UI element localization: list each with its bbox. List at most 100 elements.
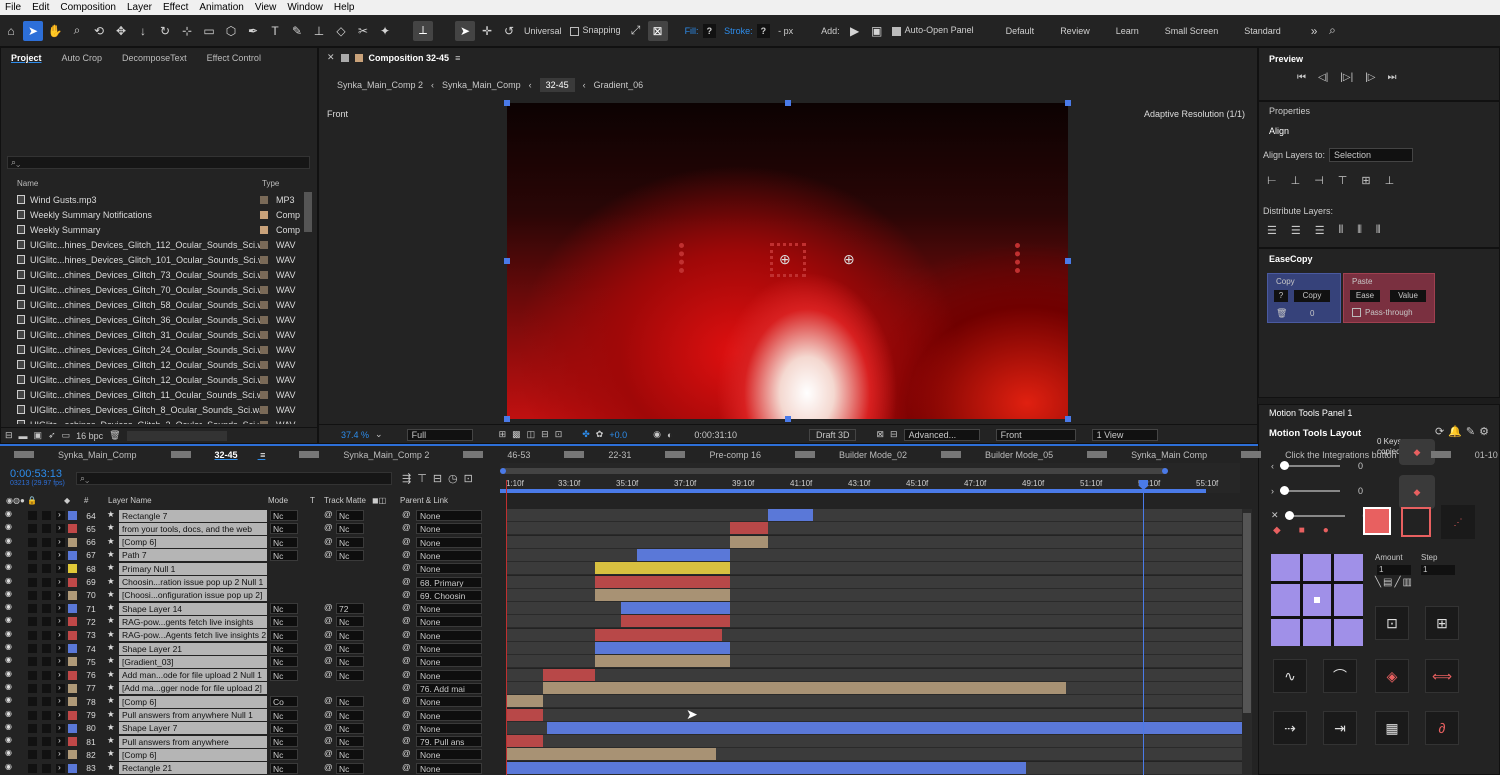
align-left-icon[interactable]: ⊢: [1267, 174, 1277, 187]
layer-name[interactable]: Shape Layer 14: [119, 602, 267, 615]
parent-pickwhip-icon[interactable]: @: [402, 615, 411, 625]
comp-title[interactable]: Composition 32-45: [369, 53, 450, 63]
parent-pickwhip-icon[interactable]: @: [402, 536, 411, 546]
folder-icon[interactable]: ▬: [19, 431, 28, 441]
dist-top-icon[interactable]: ☰: [1267, 224, 1277, 237]
table-row[interactable]: ◉ › 74 ★ Shape Layer 21 Nc Nc @ @ None: [0, 642, 500, 655]
grid-layout-icon[interactable]: ⊞: [1425, 606, 1459, 640]
label-color[interactable]: [68, 737, 77, 747]
expand-icon[interactable]: ›: [58, 695, 61, 705]
table-row[interactable]: ◉ › 76 ★ Add man...ode for file upload 2 Nul…: [0, 669, 500, 682]
matte-pickwhip-icon[interactable]: @: [324, 709, 333, 719]
last-frame-icon[interactable]: ⏭: [1387, 72, 1396, 83]
mode-dropdown[interactable]: Nc: [270, 736, 298, 748]
layer-bar[interactable]: [595, 628, 722, 641]
label-color[interactable]: [68, 511, 77, 520]
stroke-shape-icon[interactable]: [1401, 507, 1431, 537]
label-color[interactable]: [68, 604, 77, 614]
switch-box[interactable]: [28, 737, 37, 747]
eye-icon[interactable]: ◉: [5, 629, 12, 638]
list-item[interactable]: UIGlitc...chines_Devices_Glitch_8_Ocular…: [1, 402, 311, 417]
bell-icon[interactable]: 🔔: [1448, 425, 1462, 438]
snapping-toggle[interactable]: Snapping: [569, 25, 621, 36]
breadcrumb-item[interactable]: 32-45: [539, 78, 575, 92]
switch-box[interactable]: [42, 550, 51, 560]
expand-icon[interactable]: ›: [58, 522, 61, 532]
label-color[interactable]: [260, 375, 268, 384]
eraser-tool-icon[interactable]: ◇: [331, 21, 351, 41]
expand-icon[interactable]: ›: [58, 615, 61, 625]
3d-ground-icon[interactable]: ⊠: [876, 429, 884, 440]
eye-icon[interactable]: ◉: [5, 762, 12, 771]
matte-pickwhip-icon[interactable]: @: [324, 615, 333, 625]
list-item[interactable]: UIGlitc...chines_Devices_Glitch_70_Ocula…: [1, 282, 311, 297]
expand-icon[interactable]: ›: [58, 629, 61, 639]
color-picker-icon[interactable]: ✤: [582, 429, 590, 440]
col-parent[interactable]: Parent & Link: [400, 496, 448, 505]
track-matte-dropdown[interactable]: Nc: [336, 762, 364, 774]
square-icon[interactable]: ■: [1299, 525, 1305, 536]
switch-box[interactable]: [28, 670, 37, 680]
bbox-handle-icon[interactable]: [785, 100, 791, 106]
current-time[interactable]: 0:00:31:10: [694, 430, 737, 440]
chevron-left-icon[interactable]: ‹: [1271, 461, 1274, 471]
mode-dropdown[interactable]: Nc: [270, 709, 298, 721]
table-row[interactable]: ◉ › 75 ★ [Gradient_03] Nc Nc @ @ None: [0, 655, 500, 668]
matte-pickwhip-icon[interactable]: @: [324, 549, 333, 559]
sequence-icon[interactable]: ⇢: [1273, 711, 1307, 745]
add-play-icon[interactable]: ▶: [845, 21, 865, 41]
pass-through-toggle[interactable]: Pass-through: [1352, 308, 1413, 317]
parent-dropdown[interactable]: None: [416, 762, 482, 774]
col-mode[interactable]: Mode: [268, 496, 288, 505]
table-row[interactable]: ◉ › 73 ★ RAG-pow...Agents fetch live insight…: [0, 629, 500, 642]
menu-item[interactable]: Composition: [55, 2, 122, 13]
dolly-camera-icon[interactable]: ↓: [133, 21, 153, 41]
timeline-scrollbar[interactable]: [1242, 509, 1252, 775]
list-item[interactable]: Weekly Summary Comp: [1, 222, 311, 237]
list-item[interactable]: UIGlitc...chines_Devices_Glitch_11_Ocula…: [1, 387, 311, 402]
label-color[interactable]: [260, 255, 268, 264]
layer-bar[interactable]: [543, 668, 595, 681]
menu-item[interactable]: Edit: [27, 2, 55, 13]
layer-name[interactable]: [Gradient_03]: [119, 655, 267, 668]
layer-name[interactable]: Shape Layer 21: [119, 642, 267, 655]
mode-dropdown[interactable]: Nc: [270, 656, 298, 668]
type-tool-icon[interactable]: T: [265, 21, 285, 41]
switch-box[interactable]: [42, 537, 51, 547]
expand-icon[interactable]: ›: [58, 549, 61, 559]
table-row[interactable]: ◉ › 81 ★ Pull answers from anywhere Nc Nc @ @79.…: [0, 735, 500, 748]
expand-icon[interactable]: ›: [58, 735, 61, 745]
pan-camera-icon[interactable]: ✥: [111, 21, 131, 41]
parent-dropdown[interactable]: None: [416, 510, 482, 521]
parent-dropdown[interactable]: None: [416, 563, 482, 575]
eye-icon[interactable]: ◉: [5, 522, 12, 531]
list-item[interactable]: UIGlitc...chines_Devices_Glitch_12_Ocula…: [1, 372, 311, 387]
menu-item[interactable]: Window: [282, 2, 329, 13]
label-color[interactable]: [260, 345, 268, 354]
fill-swatch[interactable]: ?: [702, 23, 717, 38]
col-type[interactable]: Type: [262, 179, 279, 190]
puppet-pin-icon[interactable]: ✦: [375, 21, 395, 41]
copy-button[interactable]: Copy: [1294, 290, 1330, 302]
col-name[interactable]: Name: [17, 179, 262, 190]
new-comp-icon[interactable]: ▣: [34, 430, 43, 441]
stroke-width[interactable]: - px: [778, 26, 793, 36]
list-item[interactable]: UIGlitc...achines_Devices_Glitch_2_Ocula…: [1, 417, 311, 424]
label-color[interactable]: [68, 697, 77, 707]
workspace-tab[interactable]: Small Screen: [1165, 26, 1219, 36]
layer-name[interactable]: Rectangle 7: [119, 509, 267, 522]
workspace-tab[interactable]: Default: [1006, 26, 1035, 36]
parent-dropdown[interactable]: 76. Add mai: [416, 682, 482, 694]
snapping-checkbox[interactable]: [569, 26, 579, 36]
timeline-search-input[interactable]: ⌕⌄: [76, 472, 392, 485]
matte-pickwhip-icon[interactable]: @: [324, 602, 333, 612]
layer-name[interactable]: Shape Layer 7: [119, 722, 267, 735]
label-color[interactable]: [260, 285, 268, 294]
guides-icon[interactable]: ⊡: [555, 429, 563, 440]
panel-icon[interactable]: ▣: [867, 21, 887, 41]
bbox-handle-icon[interactable]: [504, 100, 510, 106]
grid-icon[interactable]: ▦: [1375, 711, 1409, 745]
switch-box[interactable]: [28, 564, 37, 574]
track-matte-dropdown[interactable]: Nc: [336, 616, 364, 628]
track-matte-dropdown[interactable]: Nc: [336, 736, 364, 748]
